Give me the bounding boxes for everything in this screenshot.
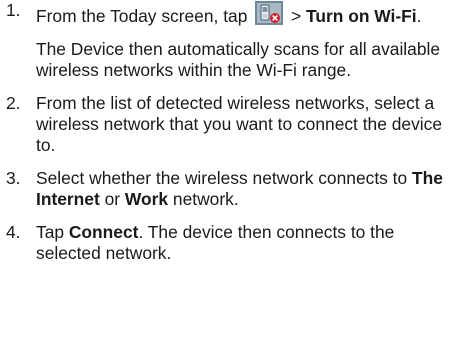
step-3-number: 3. <box>6 168 21 188</box>
step-3-text-c: network. <box>168 189 239 209</box>
step-4: 4. Tap Connect. The device then connects… <box>0 222 470 264</box>
step-2-number: 2. <box>6 93 21 113</box>
step-1-number: 1. <box>6 0 21 20</box>
step-3: 3. Select whether the wireless network c… <box>0 168 470 210</box>
connect-label: Connect <box>68 222 139 242</box>
turn-on-wifi-label: Turn on Wi-Fi <box>306 6 417 26</box>
step-1-text: From the Today screen, tap > Turn on Wi-… <box>36 1 462 27</box>
step-4-text-a: Tap <box>36 222 69 242</box>
step-1-text-start: From the Today screen, tap <box>36 6 253 26</box>
step-1-description: The Device then automatically scans for … <box>36 39 441 80</box>
work-label: Work <box>124 189 169 209</box>
step-4-text: Tap Connect. The device then connects to… <box>36 222 462 264</box>
step-3-text-a: Select whether the wireless network conn… <box>36 168 413 188</box>
step-2: 2. From the list of detected wireless ne… <box>0 93 470 156</box>
step-4-number: 4. <box>6 222 21 242</box>
step-1-period: . <box>416 6 422 26</box>
step-1: 1. From the Today screen, tap > Turn on … <box>0 0 470 81</box>
instruction-document: 1. From the Today screen, tap > Turn on … <box>0 0 470 355</box>
step-1-separator: > <box>286 6 307 26</box>
step-3-text-b: or <box>99 189 125 209</box>
wireless-connection-icon <box>254 1 284 25</box>
step-2-text: From the list of detected wireless netwo… <box>36 93 442 155</box>
step-3-text: Select whether the wireless network conn… <box>36 168 462 210</box>
